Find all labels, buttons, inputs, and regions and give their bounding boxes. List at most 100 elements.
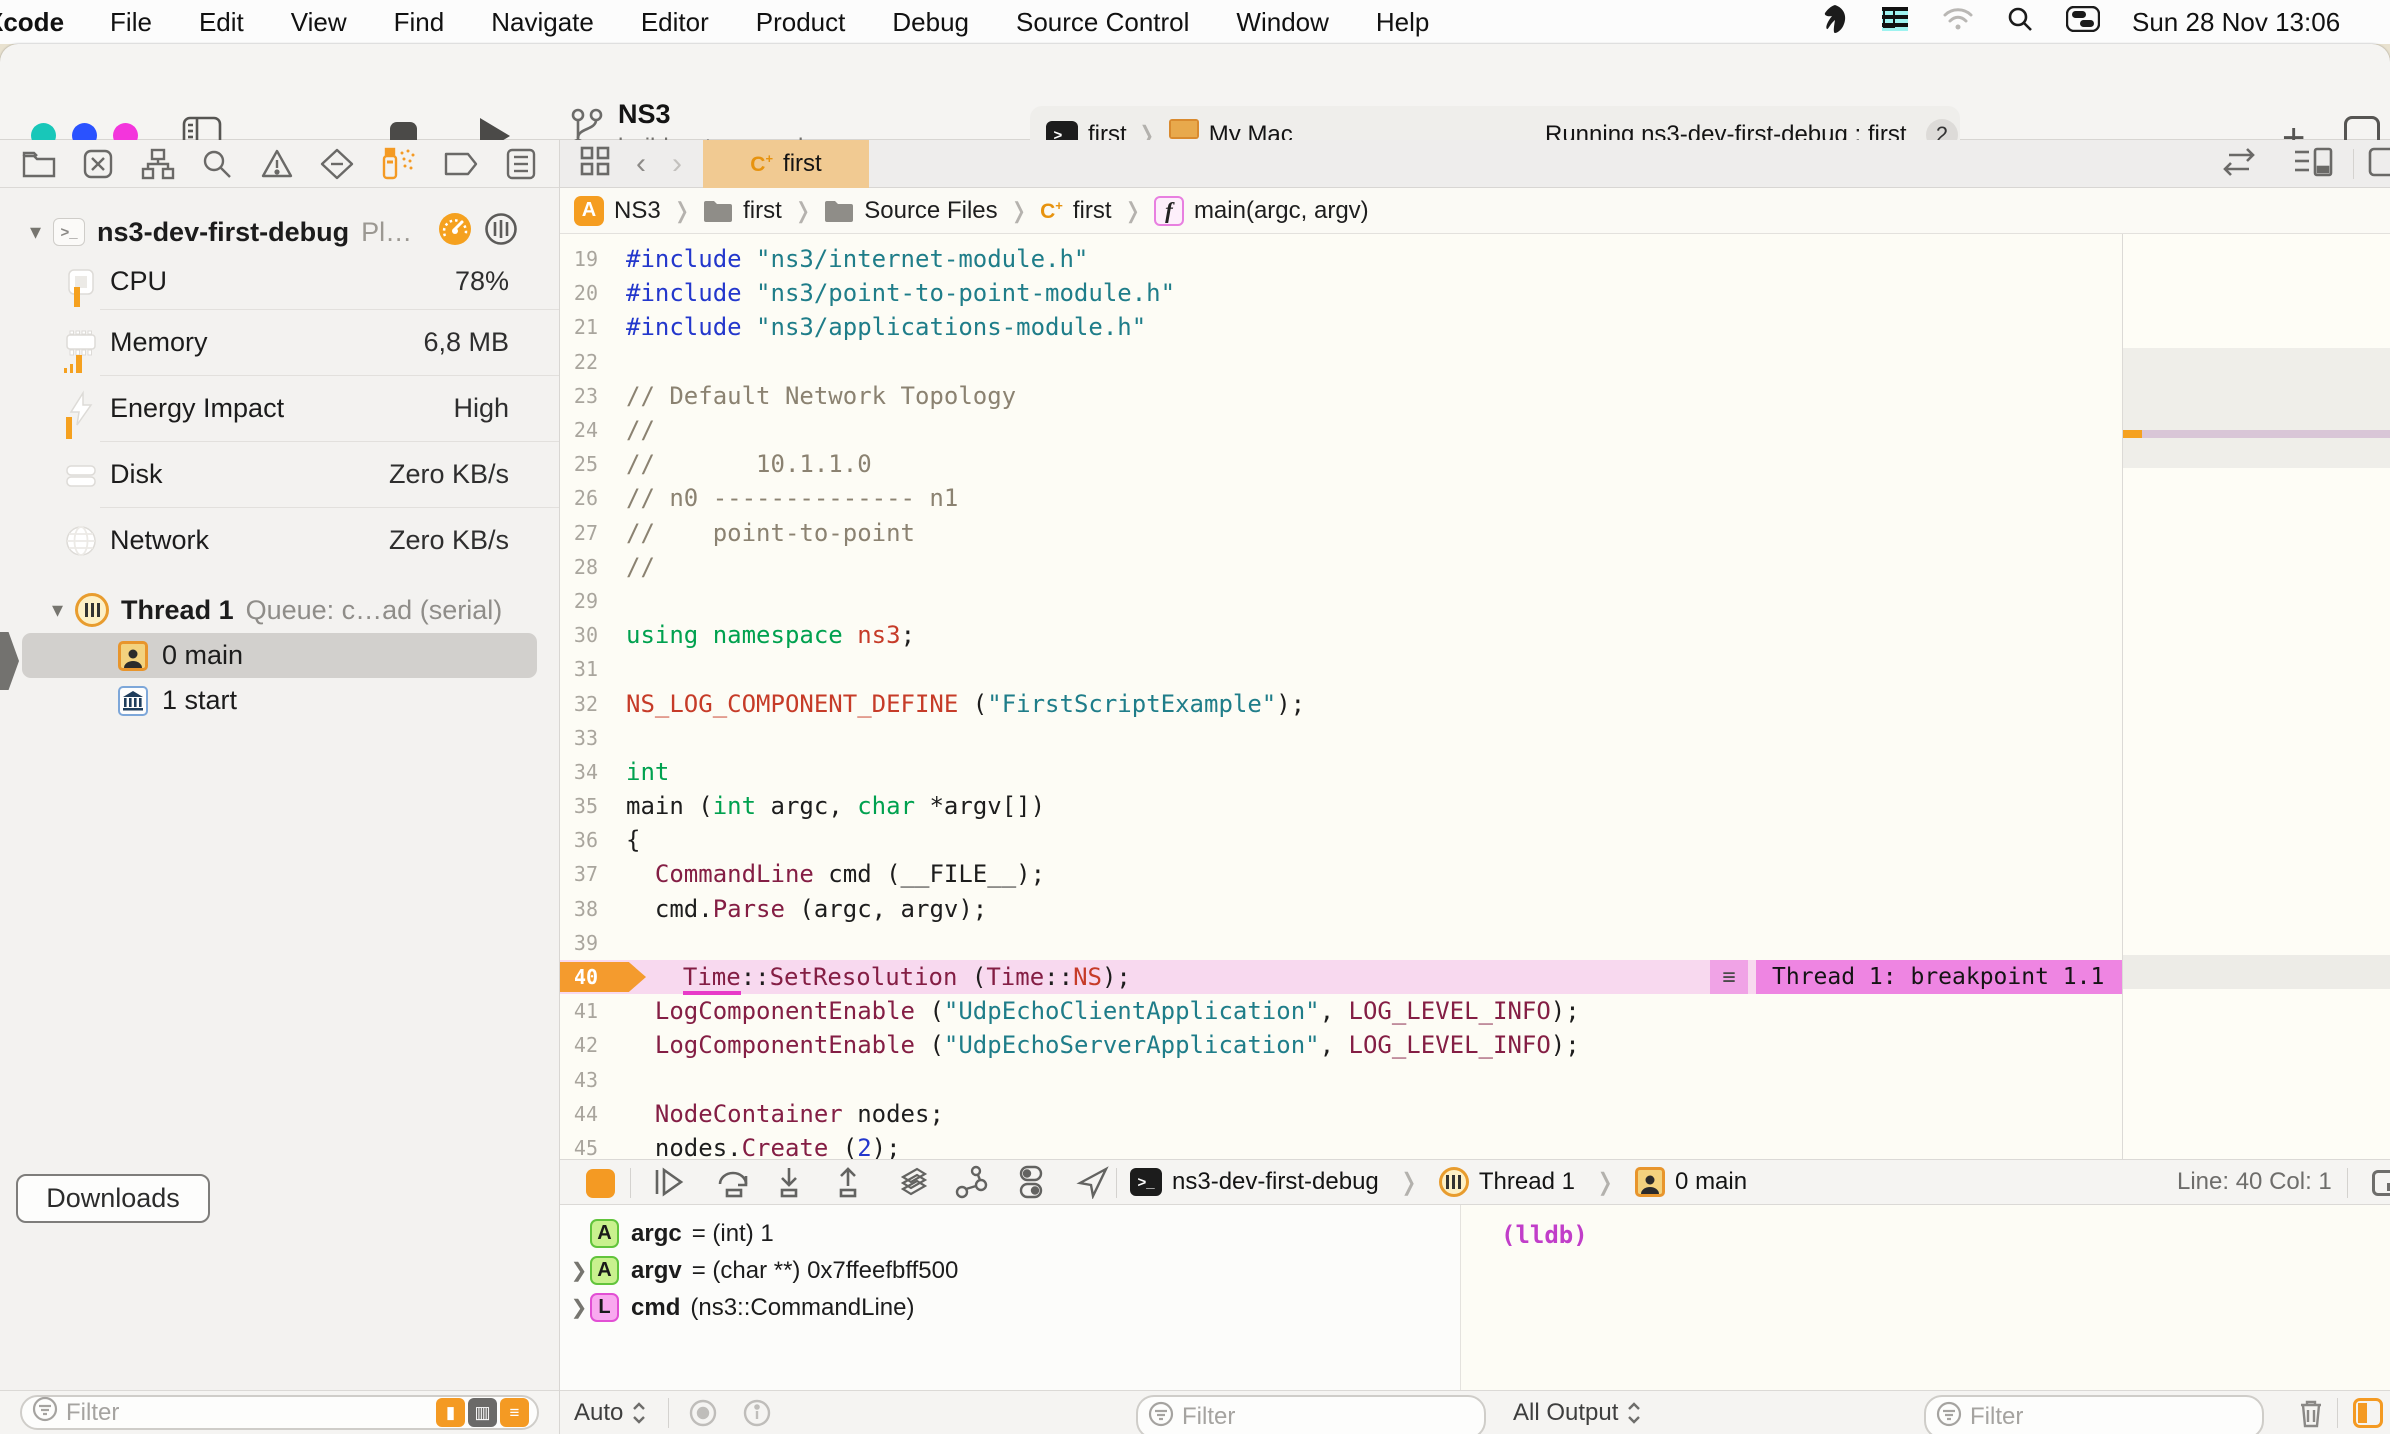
apple-menu-app-name[interactable]: Xcode [0, 7, 64, 38]
menu-item-debug[interactable]: Debug [892, 7, 969, 38]
source-editor[interactable]: 19 #include "ns3/internet-module.h" 20 #inc… [560, 234, 2390, 1159]
process-terminal-icon[interactable]: >_ [1130, 1168, 1162, 1196]
show-values-icon[interactable] [688, 1391, 718, 1434]
gauge-row-cpu[interactable]: CPU 78% [0, 254, 559, 309]
swap-editor-icon[interactable] [2221, 147, 2257, 182]
variable-row-cmd[interactable]: ❯ Lcmd (ns3::CommandLine) [560, 1289, 1460, 1326]
variable-value: = (char **) 0x7ffeefbff500 [691, 1256, 959, 1284]
jumpbar-item-source-files[interactable]: Source Files [824, 197, 998, 225]
debug-area-toggle-icon[interactable] [586, 1169, 615, 1198]
menu-item-window[interactable]: Window [1236, 7, 1328, 38]
debug-crumb-frame[interactable]: 0 main [1675, 1168, 1747, 1196]
menubar-clock[interactable]: Sun 28 Nov 13:06 [2132, 7, 2340, 38]
wifi-icon[interactable] [1942, 6, 1974, 39]
chevron-down-icon[interactable]: ▾ [52, 597, 63, 623]
control-center-icon[interactable] [2065, 5, 2101, 39]
code-token: *argv[]) [915, 792, 1046, 821]
info-icon[interactable] [742, 1391, 772, 1434]
navigator-tab-issues-icon[interactable] [260, 148, 294, 180]
console-view[interactable]: (lldb) [1460, 1205, 2390, 1390]
navigator-tab-breakpoints-icon[interactable] [443, 149, 479, 179]
console-filter-field[interactable]: Filter [1924, 1395, 2264, 1434]
code-token: NS [1073, 963, 1102, 992]
frame-label: 1 start [162, 685, 238, 715]
minimap[interactable] [2122, 234, 2390, 1159]
gauge-dial-icon[interactable] [438, 212, 472, 253]
jumpbar-item-ns3[interactable]: A NS3 [574, 195, 661, 226]
filter-columns-button[interactable]: ▥ [468, 1398, 497, 1427]
view-hierarchy-icon[interactable] [895, 1165, 933, 1199]
debug-crumb-thread[interactable]: Thread 1 [1479, 1168, 1575, 1196]
jumpbar-item-main-argc-argv-[interactable]: f main(argc, argv) [1153, 195, 1369, 226]
annotation-label[interactable]: Thread 1: breakpoint 1.1 (1) [1756, 960, 2160, 995]
tab-overview-icon[interactable] [580, 146, 610, 181]
menu-item-help[interactable]: Help [1376, 7, 1429, 38]
gauge-value: High [453, 393, 509, 423]
downloads-button[interactable]: Downloads [16, 1174, 210, 1223]
variable-row-argv[interactable]: ❯ Aargv = (char **) 0x7ffeefbff500 [560, 1252, 1460, 1289]
menu-item-navigate[interactable]: Navigate [491, 7, 594, 38]
simulate-location-icon[interactable] [1076, 1165, 1110, 1199]
menu-item-product[interactable]: Product [756, 7, 846, 38]
environment-overrides-icon[interactable] [1015, 1165, 1047, 1199]
breakpoint-badge[interactable]: 40 [560, 962, 646, 993]
menu-item-source-control[interactable]: Source Control [1016, 7, 1189, 38]
debug-crumb-process[interactable]: ns3-dev-first-debug [1172, 1168, 1379, 1196]
menu-item-edit[interactable]: Edit [199, 7, 244, 38]
navigator-tab-source-control-icon[interactable] [82, 148, 114, 180]
minimap-visible-region [2123, 348, 2390, 468]
debug-layout-icon[interactable] [2372, 1170, 2390, 1196]
filter-flagged-button[interactable]: ▮ [436, 1398, 465, 1427]
step-out-icon[interactable] [832, 1166, 864, 1198]
search-icon[interactable] [2006, 5, 2034, 40]
thread-row[interactable]: ▾ Thread 1 Queue: c…ad (serial) [0, 587, 559, 633]
variable-row-argc[interactable]: Aargc = (int) 1 [560, 1215, 1460, 1252]
memory-graph-icon[interactable] [954, 1165, 990, 1199]
disclosure-triangle[interactable]: ❯ [568, 1258, 590, 1283]
filter-bars-button[interactable]: ≡ [500, 1398, 529, 1427]
forward-button[interactable]: › [672, 147, 682, 181]
gauge-row-network[interactable]: Network Zero KB/s [0, 508, 559, 573]
variables-filter-field[interactable]: Filter [1136, 1395, 1486, 1434]
menu-item-file[interactable]: File [110, 7, 152, 38]
stack-frame-0-main[interactable]: 0 main [0, 633, 559, 678]
navigator-tab-debug-icon[interactable] [380, 147, 416, 181]
menu-item-find[interactable]: Find [394, 7, 445, 38]
annotation-menu-icon[interactable]: ≡ [1710, 960, 1748, 995]
menu-item-view[interactable]: View [291, 7, 347, 38]
line-number: 39 [573, 930, 598, 955]
gauge-row-memory[interactable]: Memory 6,8 MB [0, 310, 559, 375]
clear-console-icon[interactable] [2297, 1391, 2325, 1434]
navigator-tab-project-icon[interactable] [22, 149, 56, 179]
variables-view[interactable]: Aargc = (int) 1 ❯ Aargv = (char **) 0x7ffeef… [560, 1205, 1460, 1390]
input-source-icon[interactable] [1880, 4, 1910, 41]
thread-view-toggle-icon[interactable] [484, 212, 518, 253]
tab-first[interactable]: C+ first [703, 140, 869, 188]
stack-frame-1-start[interactable]: 1 start [0, 678, 559, 723]
gauge-row-energy[interactable]: Energy Impact High [0, 376, 559, 441]
process-row[interactable]: ▾ >_ ns3-dev-first-debug Pl… [0, 210, 559, 254]
navigator-tab-tests-icon[interactable] [320, 148, 354, 180]
chevron-down-icon[interactable]: ▾ [30, 219, 41, 245]
step-into-icon[interactable] [773, 1166, 805, 1198]
scope-selector[interactable]: Auto [574, 1391, 647, 1434]
code-line-40[interactable]: 40 Time::SetResolution (Time::NS); ≡ Threa… [560, 959, 2160, 996]
jumpbar-item-first[interactable]: first [703, 197, 782, 225]
output-selector[interactable]: All Output [1513, 1391, 1642, 1434]
adjust-editor-icon[interactable] [2293, 147, 2333, 182]
navigator-tab-reports-icon[interactable] [505, 148, 537, 180]
navigator-filter-field[interactable]: Filter ▮ ▥ ≡ [20, 1395, 539, 1430]
editor-options-icon[interactable] [2368, 147, 2390, 182]
navigator-tab-symbols-icon[interactable] [141, 148, 175, 180]
continue-icon[interactable] [651, 1166, 687, 1198]
navigator-tab-find-icon[interactable] [201, 148, 233, 180]
back-button[interactable]: ‹ [636, 147, 646, 181]
toggle-variables-view-icon[interactable] [2353, 1398, 2383, 1428]
gauge-row-disk[interactable]: Disk Zero KB/s [0, 442, 559, 507]
step-over-icon[interactable] [715, 1166, 753, 1198]
app-logo-icon[interactable] [1822, 4, 1848, 41]
disclosure-triangle[interactable]: ❯ [568, 1295, 590, 1320]
jumpbar-item-first[interactable]: C+ first [1040, 197, 1111, 225]
menu-item-editor[interactable]: Editor [641, 7, 709, 38]
